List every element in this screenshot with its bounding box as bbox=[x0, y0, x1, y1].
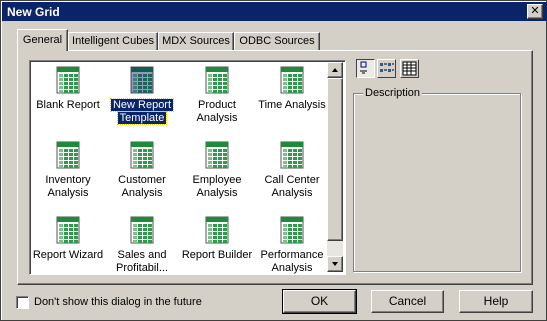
tab-odbc-sources[interactable]: ODBC Sources bbox=[234, 32, 320, 50]
template-item[interactable]: Report Builder bbox=[181, 213, 253, 274]
template-item-label: Report Wizard bbox=[32, 249, 104, 262]
scroll-up-button[interactable] bbox=[327, 62, 343, 78]
tab-general[interactable]: General bbox=[17, 29, 68, 51]
arrow-down-icon bbox=[332, 262, 338, 266]
template-item-label: Inventory Analysis bbox=[32, 174, 104, 200]
template-item-line1: Report Builder bbox=[181, 249, 253, 261]
template-item-line1: Report Wizard bbox=[32, 249, 104, 261]
template-item-line1: Sales and bbox=[117, 249, 167, 261]
template-item-label: Employee Analysis bbox=[181, 174, 253, 200]
grid-icon bbox=[280, 216, 304, 244]
template-item-label: Customer Analysis bbox=[106, 174, 178, 200]
scroll-thumb[interactable] bbox=[327, 78, 343, 241]
template-item-label: Sales and Profitabil... bbox=[106, 249, 178, 274]
details-view-icon bbox=[402, 61, 417, 76]
template-item-line1: New Report bbox=[109, 98, 175, 112]
template-item[interactable]: Inventory Analysis bbox=[32, 138, 104, 208]
template-item[interactable]: Time Analysis bbox=[256, 63, 328, 133]
template-item-line2: Analysis bbox=[271, 262, 313, 274]
template-item[interactable]: Performance Analysis bbox=[256, 213, 328, 274]
scroll-down-button[interactable] bbox=[327, 256, 343, 272]
template-item[interactable]: New Report Template bbox=[106, 63, 178, 133]
dont-show-label[interactable]: Don't show this dialog in the future bbox=[34, 296, 202, 308]
description-groupbox bbox=[353, 93, 521, 272]
tab-mdx-sources[interactable]: MDX Sources bbox=[158, 32, 234, 50]
template-item[interactable]: Customer Analysis bbox=[106, 138, 178, 208]
template-item[interactable]: Employee Analysis bbox=[181, 138, 253, 208]
template-item[interactable]: Sales and Profitabil... bbox=[106, 213, 178, 274]
description-label: Description bbox=[363, 87, 423, 99]
template-item-line1: Blank Report bbox=[36, 99, 100, 111]
template-item-label: Performance Analysis bbox=[256, 249, 328, 274]
grid-icon bbox=[56, 216, 80, 244]
window-title: New Grid bbox=[7, 5, 60, 19]
grid-icon-dither bbox=[130, 66, 154, 94]
template-item-line1: Inventory bbox=[45, 174, 91, 186]
tab-intelligent-cubes[interactable]: Intelligent Cubes bbox=[68, 32, 158, 50]
new-grid-dialog: New Grid ✕ General Intelligent Cubes MDX… bbox=[0, 0, 547, 321]
grid-icon bbox=[56, 141, 80, 169]
grid-icon bbox=[280, 141, 304, 169]
cancel-button[interactable]: Cancel bbox=[371, 290, 444, 313]
close-button[interactable]: ✕ bbox=[527, 4, 543, 19]
template-item[interactable]: Product Analysis bbox=[181, 63, 253, 133]
arrow-up-icon bbox=[332, 68, 338, 72]
template-item[interactable]: Report Wizard bbox=[32, 213, 104, 274]
template-item-line1: Call Center bbox=[264, 174, 320, 186]
grid-icon bbox=[56, 66, 80, 94]
grid-icon bbox=[205, 216, 229, 244]
template-item-line2: Analysis bbox=[196, 187, 238, 199]
template-item-label: Call Center Analysis bbox=[256, 174, 328, 200]
template-item-line2: Analysis bbox=[121, 187, 163, 199]
template-item-line1: Performance bbox=[260, 249, 324, 261]
grid-icon bbox=[205, 141, 229, 169]
template-item-label: Product Analysis bbox=[181, 99, 253, 125]
details-view-button[interactable] bbox=[400, 59, 419, 78]
template-item-label: Time Analysis bbox=[256, 99, 328, 112]
template-list[interactable]: Blank Report New Report Template Product Ana… bbox=[29, 60, 346, 275]
dont-show-checkbox[interactable] bbox=[16, 296, 29, 309]
template-item[interactable]: Blank Report bbox=[32, 63, 104, 133]
help-button[interactable]: Help bbox=[459, 290, 533, 313]
grid-icon bbox=[205, 66, 229, 94]
template-item[interactable]: Call Center Analysis bbox=[256, 138, 328, 208]
close-icon: ✕ bbox=[530, 5, 540, 17]
template-item-line1: Time Analysis bbox=[258, 99, 326, 111]
template-item-line2: Profitabil... bbox=[116, 262, 168, 274]
template-item-line1: Product bbox=[198, 99, 236, 111]
ok-button[interactable]: OK bbox=[282, 289, 357, 314]
template-item-line2: Template bbox=[116, 111, 168, 125]
small-icons-view-button[interactable] bbox=[377, 59, 396, 78]
template-item-line1: Employee bbox=[192, 174, 242, 186]
large-icons-view-button[interactable] bbox=[356, 59, 375, 78]
template-item-line1: Customer bbox=[118, 174, 166, 186]
grid-icon bbox=[130, 141, 154, 169]
template-item-line2: Analysis bbox=[47, 187, 89, 199]
template-item-label: Report Builder bbox=[181, 249, 253, 262]
template-item-line2: Analysis bbox=[271, 187, 313, 199]
grid-icon bbox=[130, 216, 154, 244]
vertical-scrollbar[interactable] bbox=[327, 62, 343, 272]
small-icons-view-icon bbox=[380, 63, 394, 72]
template-item-line2: Analysis bbox=[196, 112, 238, 124]
template-item-label: Blank Report bbox=[32, 99, 104, 112]
grid-icon bbox=[280, 66, 304, 94]
title-bar[interactable]: New Grid ✕ bbox=[2, 2, 547, 21]
large-icons-view-icon bbox=[360, 61, 367, 74]
template-item-label: New Report Template bbox=[106, 98, 178, 125]
